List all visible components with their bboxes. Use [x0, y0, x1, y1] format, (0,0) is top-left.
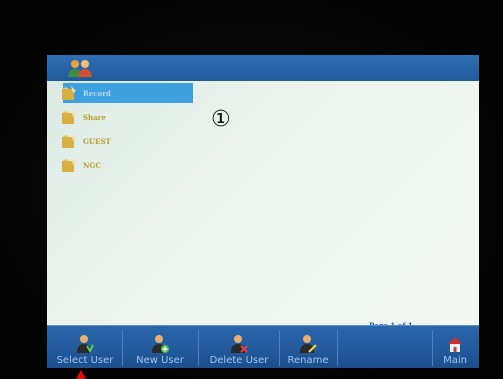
new-user-button[interactable]: New User [123, 326, 197, 368]
users-icon [68, 60, 92, 77]
toolbar-divider [337, 330, 338, 366]
folder-icon [62, 86, 76, 100]
rename-user-icon [300, 335, 317, 353]
select-user-icon [77, 335, 94, 354]
user-item-share[interactable]: Share [61, 107, 191, 127]
pointer-arrow-icon [76, 370, 86, 379]
folder-icon [62, 158, 76, 172]
rename-button[interactable]: Rename [280, 326, 336, 368]
user-list-panel: Record Share GUEST NGC ① [47, 81, 479, 330]
rename-label: Rename [287, 355, 329, 366]
new-user-icon [152, 335, 169, 353]
user-item-label: NGC [83, 160, 101, 170]
main-label: Main [443, 355, 467, 366]
device-screen: Record Share GUEST NGC ① Select User New… [47, 55, 479, 368]
delete-user-icon [231, 335, 248, 353]
select-user-button[interactable]: Select User [49, 326, 121, 368]
annotation-marker: ① [211, 107, 231, 132]
user-item-guest[interactable]: GUEST [61, 131, 191, 151]
user-item-label: Share [83, 112, 106, 122]
user-item-record[interactable]: Record [61, 83, 193, 103]
delete-user-label: Delete User [209, 355, 269, 366]
user-item-ngc[interactable]: NGC [61, 155, 191, 175]
folder-icon [62, 134, 76, 148]
user-item-label: GUEST [83, 136, 111, 146]
delete-user-button[interactable]: Delete User [199, 326, 279, 368]
folder-icon [62, 110, 76, 124]
title-bar [47, 55, 479, 81]
main-button[interactable]: Main [433, 326, 477, 368]
home-icon [448, 337, 462, 352]
toolbar-divider [432, 330, 433, 366]
bottom-toolbar: Select User New User Delete User Rename … [47, 325, 479, 368]
new-user-label: New User [136, 355, 184, 366]
select-user-label: Select User [56, 355, 114, 366]
user-item-label: Record [83, 88, 111, 98]
